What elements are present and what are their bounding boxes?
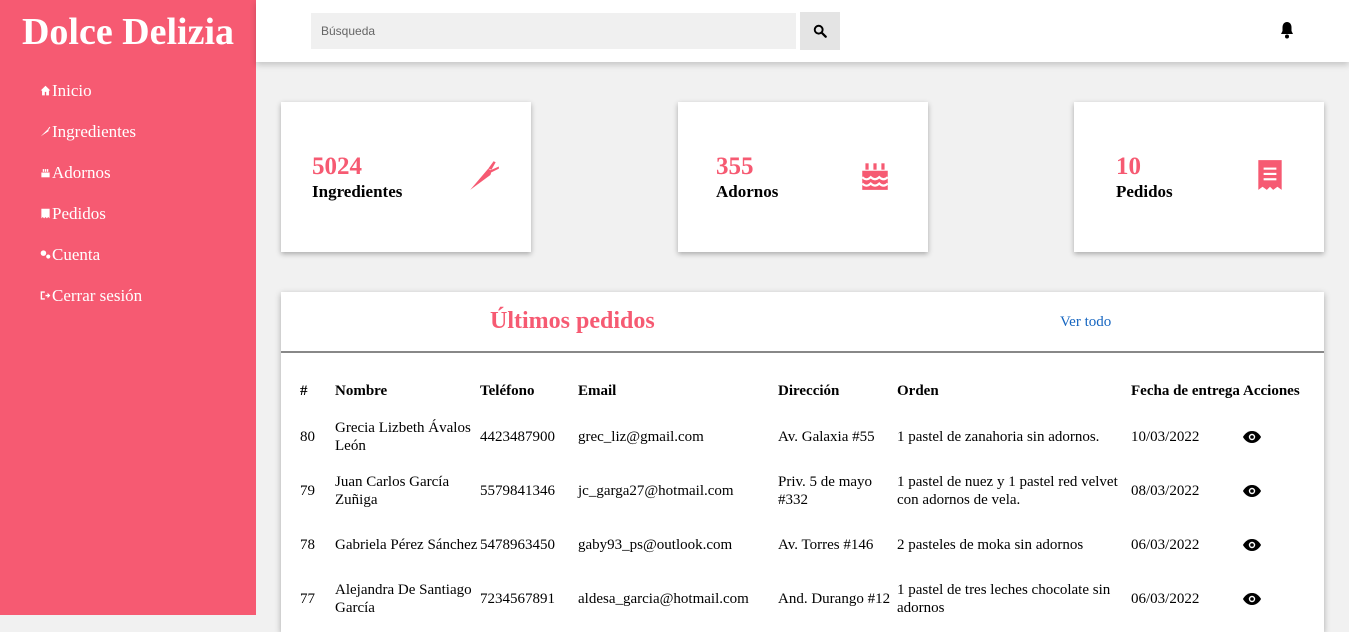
cell-address: And. Durango #12	[778, 591, 891, 607]
cell-name: Alejandra De Santiago García	[335, 582, 472, 616]
table-row: 77 Alejandra De Santiago García 72345678…	[281, 572, 1323, 626]
table-row: 78 Gabriela Pérez Sánchez 5478963450 gab…	[281, 518, 1323, 572]
eye-icon[interactable]	[1243, 485, 1261, 497]
cell-order: 1 pastel de nuez y 1 pastel red velvet c…	[897, 474, 1118, 508]
sidebar-item-label: Cuenta	[52, 244, 101, 264]
receipt-icon	[1258, 160, 1282, 190]
carrot-icon	[470, 161, 499, 190]
cell-date: 06/03/2022	[1131, 591, 1200, 607]
cell-actions	[1243, 410, 1323, 464]
col-header: Fecha de entrega	[1131, 383, 1240, 399]
col-header: Teléfono	[480, 383, 535, 399]
topbar	[256, 0, 1349, 62]
cell-email: aldesa_garcia@hotmail.com	[578, 591, 749, 607]
sign-out-icon	[40, 291, 51, 300]
col-header: Acciones	[1243, 383, 1300, 399]
sidebar-item-label: Inicio	[52, 80, 92, 100]
search-input[interactable]	[311, 13, 796, 49]
sidebar-item-cerrar-sesion[interactable]: Cerrar sesión	[40, 275, 142, 316]
cell-address: Av. Torres #146	[778, 537, 874, 553]
cell-phone: 5478963450	[480, 537, 555, 553]
table-row: 79 Juan Carlos García Zuñiga 5579841346 …	[281, 464, 1323, 518]
search-icon	[813, 24, 827, 38]
orders-table: # Nombre Teléfono Email Dirección Orden …	[281, 372, 1323, 626]
cell-phone: 7234567891	[480, 591, 555, 607]
orders-title: Últimos pedidos	[490, 308, 655, 334]
cell-id: 80	[300, 429, 315, 445]
eye-icon[interactable]	[1243, 431, 1261, 443]
cell-order: 1 pastel de zanahoria sin adornos.	[897, 429, 1100, 445]
stat-value: 10	[1116, 153, 1141, 180]
cell-phone: 4423487900	[480, 429, 555, 445]
eye-icon[interactable]	[1243, 539, 1261, 551]
cell-date: 10/03/2022	[1131, 429, 1200, 445]
gears-icon	[40, 250, 51, 259]
stat-value: 355	[716, 153, 754, 180]
cell-date: 06/03/2022	[1131, 537, 1200, 553]
cell-order: 2 pasteles de moka sin adornos	[897, 537, 1084, 553]
sidebar-item-label: Adornos	[52, 162, 111, 182]
cell-name: Gabriela Pérez Sánchez	[335, 537, 478, 553]
stat-card-ingredientes: 5024 Ingredientes	[281, 102, 531, 252]
cell-id: 78	[300, 537, 315, 553]
sidebar-item-label: Pedidos	[52, 203, 106, 223]
birthday-cake-icon	[861, 163, 889, 190]
col-header: Nombre	[335, 383, 388, 399]
sidebar: Dolce Delizia Inicio Ingredientes Adorno…	[0, 0, 256, 615]
orders-panel: Últimos pedidos Ver todo # Nombre Teléfo…	[281, 292, 1324, 632]
cell-email: jc_garga27@hotmail.com	[578, 483, 734, 499]
cell-name: Grecia Lizbeth Ávalos León	[335, 420, 471, 454]
cell-phone: 5579841346	[480, 483, 555, 499]
cell-id: 79	[300, 483, 315, 499]
sidebar-item-cuenta[interactable]: Cuenta	[40, 234, 142, 275]
cell-actions	[1243, 572, 1323, 626]
bell-icon[interactable]	[1279, 21, 1295, 39]
sidebar-nav: Inicio Ingredientes Adornos Pedidos Cuen…	[40, 70, 142, 316]
table-header-row: # Nombre Teléfono Email Dirección Orden …	[281, 372, 1323, 410]
sidebar-item-pedidos[interactable]: Pedidos	[40, 193, 142, 234]
stat-label: Adornos	[716, 182, 779, 201]
home-icon	[40, 85, 51, 96]
stat-card-adornos: 355 Adornos	[678, 102, 928, 252]
carrot-icon	[40, 126, 51, 137]
cake-icon	[41, 169, 50, 178]
cell-actions	[1243, 464, 1323, 518]
cell-date: 08/03/2022	[1131, 483, 1200, 499]
sidebar-item-adornos[interactable]: Adornos	[40, 152, 142, 193]
col-header: Orden	[897, 383, 939, 399]
cell-actions	[1243, 518, 1323, 572]
col-header: Dirección	[778, 383, 840, 399]
stat-label: Ingredientes	[312, 182, 403, 201]
table-row: 80 Grecia Lizbeth Ávalos León 4423487900…	[281, 410, 1323, 464]
brand-logo[interactable]: Dolce Delizia	[0, 10, 256, 54]
cell-id: 77	[300, 591, 315, 607]
search-button[interactable]	[800, 12, 840, 50]
orders-header: Últimos pedidos Ver todo	[281, 292, 1324, 353]
cell-address: Priv. 5 de mayo #332	[778, 474, 873, 508]
view-all-link[interactable]: Ver todo	[1060, 314, 1111, 331]
sidebar-item-inicio[interactable]: Inicio	[40, 70, 142, 111]
eye-icon[interactable]	[1243, 593, 1261, 605]
receipt-icon	[41, 208, 50, 219]
stat-value: 5024	[312, 153, 362, 180]
col-header: #	[300, 383, 308, 399]
cell-email: gaby93_ps@outlook.com	[578, 537, 733, 553]
sidebar-item-ingredientes[interactable]: Ingredientes	[40, 111, 142, 152]
stat-label: Pedidos	[1116, 182, 1173, 201]
sidebar-item-label: Ingredientes	[52, 121, 137, 141]
stat-card-pedidos: 10 Pedidos	[1074, 102, 1324, 252]
col-header: Email	[578, 383, 617, 399]
sidebar-item-label: Cerrar sesión	[52, 285, 143, 305]
cell-address: Av. Galaxia #55	[778, 429, 875, 445]
cell-order: 1 pastel de tres leches chocolate sin ad…	[897, 582, 1111, 616]
cell-name: Juan Carlos García Zuñiga	[335, 474, 450, 508]
cell-email: grec_liz@gmail.com	[578, 429, 704, 445]
